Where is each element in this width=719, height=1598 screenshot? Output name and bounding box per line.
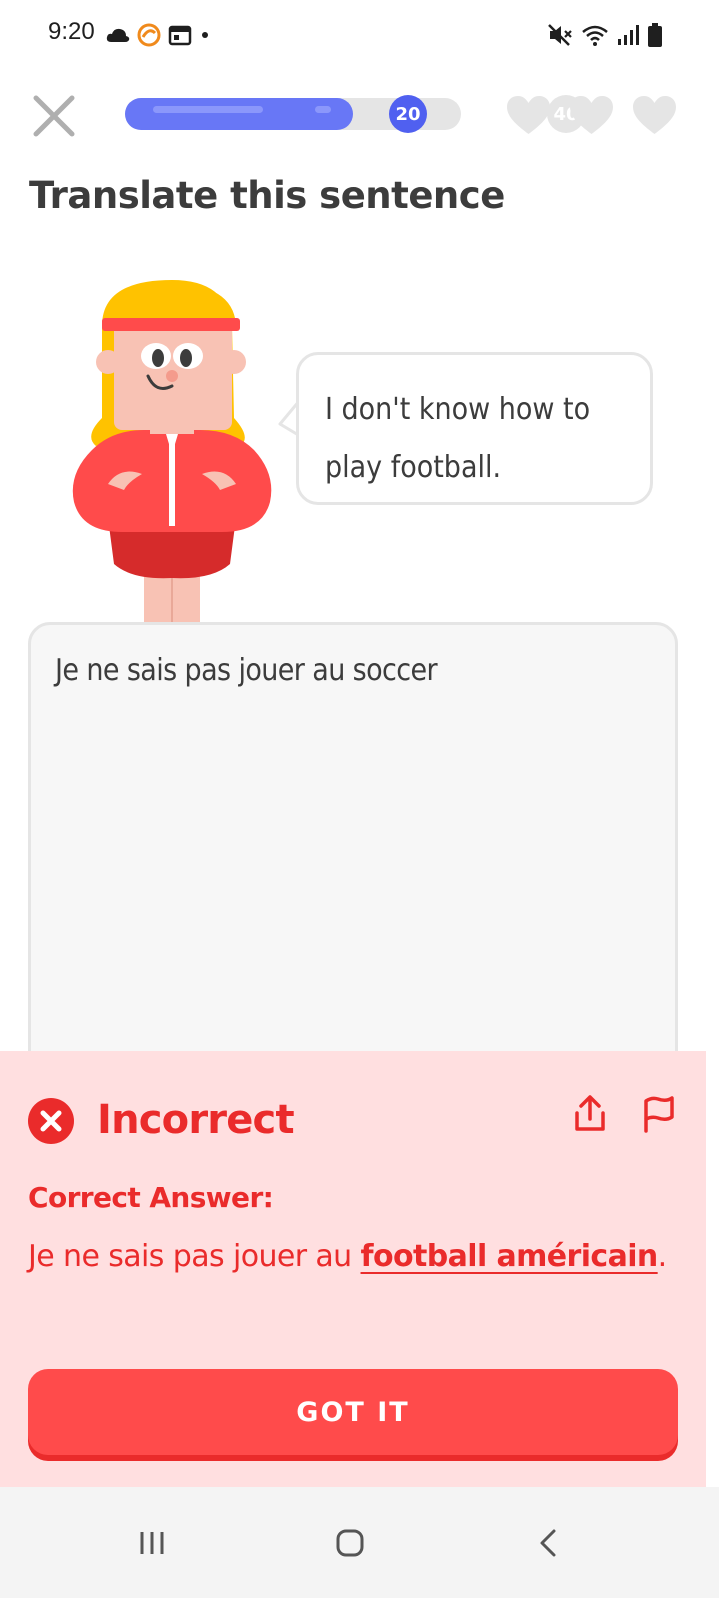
share-button[interactable] (570, 1093, 610, 1135)
home-button[interactable] (320, 1513, 380, 1573)
status-bar: 9:20 (0, 0, 719, 72)
correct-answer: Je ne sais pas jouer au football américa… (28, 1231, 668, 1283)
incorrect-icon (28, 1098, 74, 1144)
progress-sheen (153, 106, 263, 113)
calendar-icon (168, 25, 192, 46)
character-illustration (72, 280, 272, 624)
back-icon (540, 1529, 556, 1557)
heart-icon (633, 96, 676, 134)
status-right-icons (547, 20, 663, 50)
feedback-status: Incorrect (97, 1097, 295, 1143)
close-button[interactable] (32, 94, 76, 138)
status-time: 9:20 (48, 18, 95, 45)
signal-icon (618, 25, 639, 45)
mute-icon (548, 24, 572, 46)
speech-bubble: I don't know how to play football. (296, 352, 653, 505)
back-button[interactable] (518, 1513, 578, 1573)
battery-icon (648, 23, 662, 47)
home-icon (336, 1529, 364, 1557)
wifi-icon (582, 25, 608, 46)
heart-icon (570, 96, 613, 134)
recent-apps-button[interactable] (122, 1513, 182, 1573)
progress-bar: 20 40 (125, 95, 585, 133)
feedback-panel: Incorrect Correct Answer: Je ne sais pas… (0, 1051, 706, 1487)
correct-answer-label: Correct Answer: (28, 1181, 274, 1214)
correct-answer-suffix: . (657, 1239, 668, 1274)
prompt-sentence: I don't know how to play football. (325, 392, 591, 485)
heart-icon (507, 96, 550, 134)
close-icon (33, 95, 75, 137)
report-button[interactable] (638, 1093, 678, 1135)
got-it-button[interactable]: GOT IT (28, 1369, 678, 1455)
progress-sheen (315, 106, 331, 113)
progress-fill (125, 98, 354, 130)
got-it-label: GOT IT (296, 1396, 410, 1428)
answer-textarea[interactable]: Je ne sais pas jouer au soccer (28, 622, 678, 1092)
progress-milestone-current: 20 (389, 95, 427, 133)
cloud-icon (106, 28, 130, 42)
recent-apps-icon (140, 1532, 164, 1554)
app-notification-icon (137, 23, 161, 47)
hearts (505, 94, 678, 136)
correct-answer-prefix: Je ne sais pas jouer au (28, 1239, 361, 1274)
correct-answer-highlight: football américain (360, 1239, 659, 1274)
page-title: Translate this sentence (29, 174, 505, 217)
status-left-icons (106, 20, 212, 50)
answer-text: Je ne sais pas jouer au soccer (55, 653, 438, 688)
system-nav-bar (0, 1487, 719, 1598)
flag-icon (644, 1096, 674, 1133)
share-icon (575, 1095, 605, 1131)
dot-icon (202, 32, 208, 38)
